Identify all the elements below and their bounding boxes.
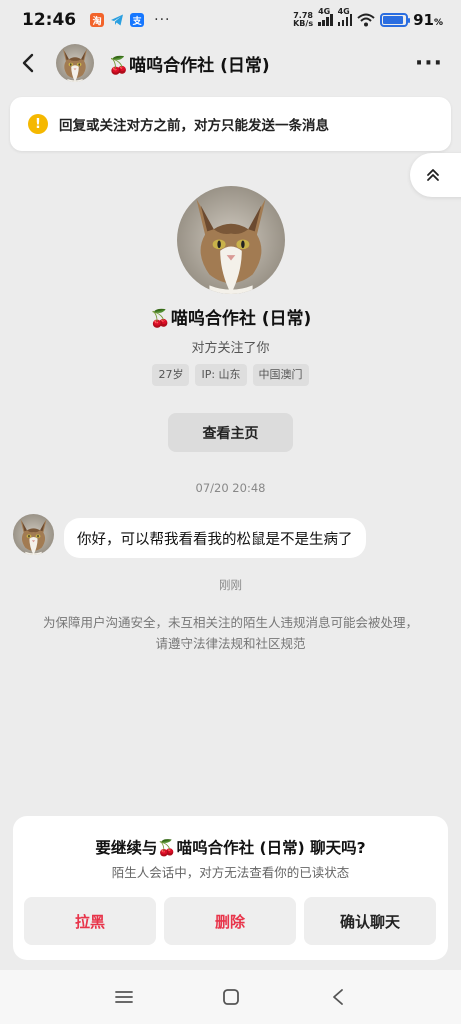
network-type-2: 4G xyxy=(337,7,350,16)
confirm-chat-button[interactable]: 确认聊天 xyxy=(304,897,436,945)
nav-menu-button[interactable] xyxy=(104,977,144,1017)
view-homepage-button[interactable]: 查看主页 xyxy=(168,413,293,452)
network-speed-unit: KB/s xyxy=(293,19,314,28)
battery-fill xyxy=(383,16,404,24)
message-time: 刚刚 xyxy=(219,578,242,592)
status-time: 12:46 xyxy=(22,10,77,30)
profile-avatar[interactable] xyxy=(177,186,285,294)
sheet-actions: 拉黑 删除 确认聊天 xyxy=(24,897,436,945)
message-bubble[interactable]: 你好，可以帮我看看我的松鼠是不是生病了 xyxy=(64,518,366,558)
battery-icon xyxy=(380,13,411,27)
more-options-button[interactable]: ··· xyxy=(415,51,443,76)
sender-avatar[interactable] xyxy=(13,514,54,555)
profile-name: 🍒喵呜合作社 (日常) xyxy=(149,309,312,329)
back-button[interactable] xyxy=(8,40,48,86)
signal-icon: 4G xyxy=(318,7,333,26)
system-nav-bar xyxy=(0,970,461,1024)
sheet-subtitle: 陌生人会话中，对方无法查看你的已读状态 xyxy=(111,865,350,880)
double-chevron-up-icon xyxy=(427,169,439,181)
profile-tags: 27岁 IP: 山东 中国澳门 xyxy=(0,364,461,386)
notice-text: 回复或关注对方之前，对方只能发送一条消息 xyxy=(59,118,329,134)
battery-percent: 91% xyxy=(413,11,443,29)
notification-icons: 淘 支 ··· xyxy=(90,12,170,28)
network-speed: 7.78 KB/s xyxy=(293,12,313,28)
telegram-app-icon xyxy=(110,13,124,27)
chat-header: 🍒喵呜合作社 (日常) ··· xyxy=(0,40,461,86)
chat-title: 🍒喵呜合作社 (日常) xyxy=(108,55,270,76)
profile-follow-status: 对方关注了你 xyxy=(191,341,270,356)
continue-chat-sheet: 要继续与🍒喵呜合作社 (日常) 聊天吗? 陌生人会话中，对方无法查看你的已读状态… xyxy=(13,816,448,960)
alipay-app-icon: 支 xyxy=(130,13,145,27)
status-bar: 12:46 淘 支 ··· 7.78 KB/s 4G 4G 91% xyxy=(0,0,461,40)
battery-percent-value: 91 xyxy=(413,11,434,29)
message-timestamp: 07/20 20:48 xyxy=(195,481,266,495)
header-avatar[interactable] xyxy=(56,44,94,82)
message-text: 你好，可以帮我看看我的松鼠是不是生病了 xyxy=(77,531,353,548)
square-icon xyxy=(222,989,239,1005)
chevron-left-icon xyxy=(22,53,34,73)
tag-ip: IP: 山东 xyxy=(195,364,247,386)
wifi-icon xyxy=(357,13,375,27)
nav-home-button[interactable] xyxy=(211,977,251,1017)
reply-limit-notice: ! 回复或关注对方之前，对方只能发送一条消息 xyxy=(10,97,451,151)
triangle-back-icon xyxy=(332,989,343,1005)
tag-age: 27岁 xyxy=(152,364,190,386)
more-notifications-icon: ··· xyxy=(154,12,171,28)
warning-icon: ! xyxy=(28,114,48,134)
taobao-app-icon: 淘 xyxy=(90,13,105,27)
signal-icon-2: 4G xyxy=(337,7,353,26)
nav-back-button[interactable] xyxy=(318,977,358,1017)
menu-icon xyxy=(114,991,133,1003)
sheet-title: 要继续与🍒喵呜合作社 (日常) 聊天吗? xyxy=(95,839,366,857)
scroll-to-top-button[interactable] xyxy=(410,153,461,197)
tag-location: 中国澳门 xyxy=(252,364,309,386)
delete-button[interactable]: 删除 xyxy=(164,897,296,945)
safety-notice: 为保障用户沟通安全，未互相关注的陌生人违规消息可能会被处理，请遵守法律法规和社区… xyxy=(42,615,418,651)
status-right: 7.78 KB/s 4G 4G 91% xyxy=(293,7,443,29)
battery-percent-sign: % xyxy=(433,18,443,28)
block-button[interactable]: 拉黑 xyxy=(24,897,156,945)
network-type-1: 4G xyxy=(318,7,331,16)
